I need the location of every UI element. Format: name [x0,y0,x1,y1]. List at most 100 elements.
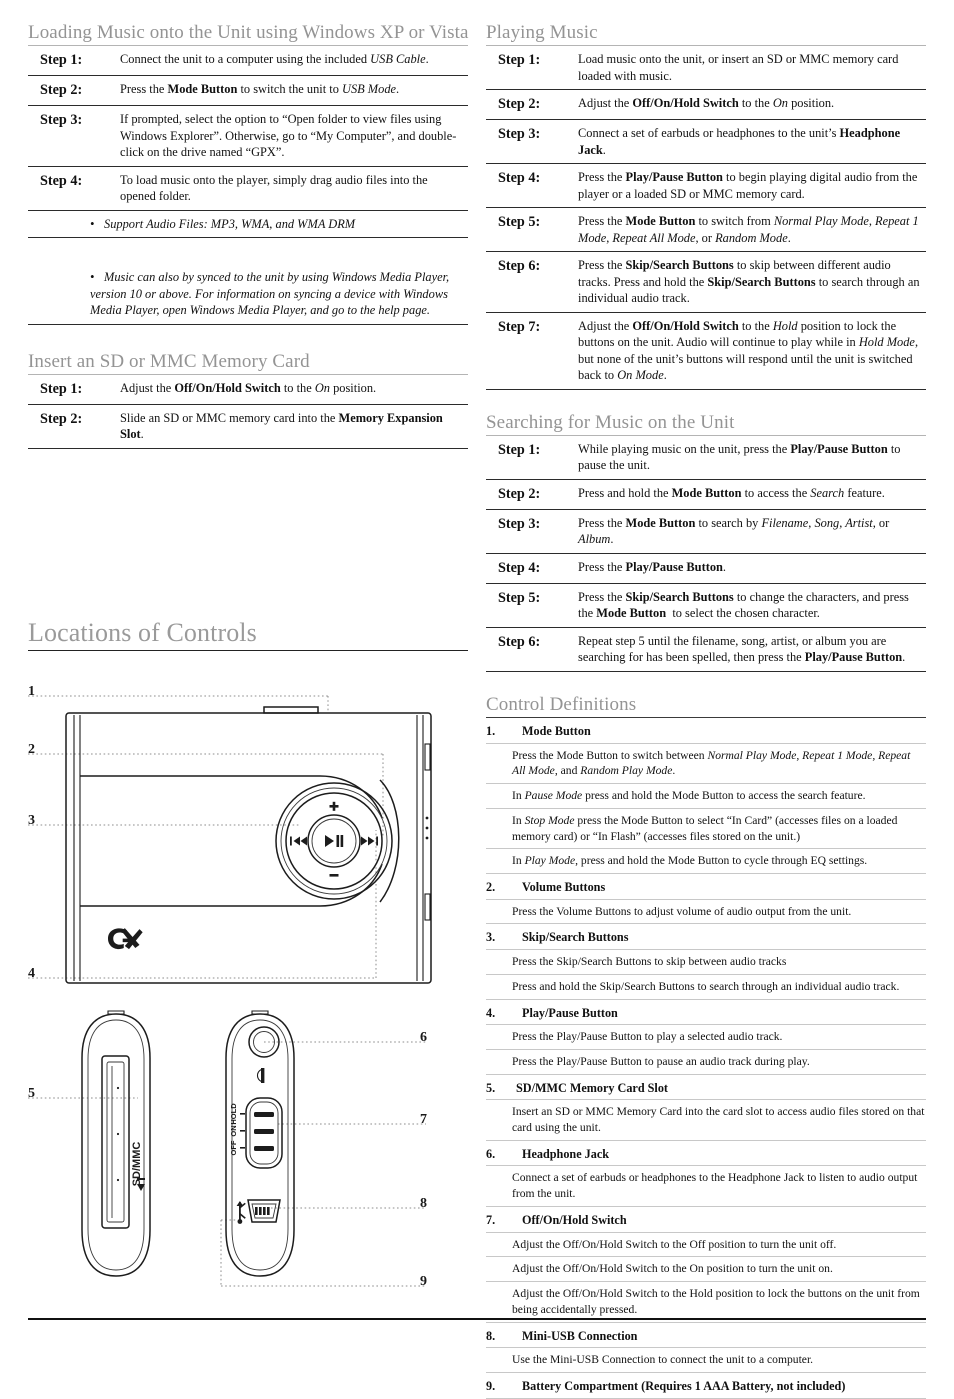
play-pause-icon [325,835,344,847]
step-text: Repeat step 5 until the filename, song, … [578,627,926,672]
step-label: Step 4: [28,166,120,211]
bullet-marker: • [90,216,95,231]
step-label: Step 5: [486,207,578,253]
step-text: Connect a set of earbuds or headphones t… [578,119,926,165]
control-definition-number: 1. [486,717,512,744]
control-definition-row: Press the Skip/Search Buttons to skip be… [486,949,926,975]
section-heading-playing-music: Playing Music [486,22,926,47]
step-row: Step 2: Slide an SD or MMC memory card in… [28,404,468,449]
control-definition-row: Press the Play/Pause Button to play a se… [486,1024,926,1050]
step-row: Step 1: Adjust the Off/On/Hold Switch to … [28,374,468,405]
device-side-dot-3 [425,836,429,840]
control-definition-heading-row: 5. SD/MMC Memory Card Slot [486,1074,926,1101]
device-pad-outer-arc [379,779,400,903]
steps-table-loading-music: Step 1: Connect the unit to a computer us… [28,46,468,325]
control-definition-heading-row: 8. Mini-USB Connection [486,1322,926,1349]
step-text: Connect the unit to a computer using the… [120,46,468,77]
step-row: Step 7: Adjust the Off/On/Hold Switch to … [486,312,926,390]
control-definition-row: Press the Mode Button to switch between … [486,743,926,785]
control-definition-heading-row: 4. Play/Pause Button [486,999,926,1026]
control-definition-row: Adjust the Off/On/Hold Switch to the Hol… [486,1281,926,1323]
callout-8: 8 [420,1196,427,1211]
control-definition-row: Use the Mini-USB Connection to connect t… [486,1347,926,1373]
control-definition-text: In Stop Mode press the Mode Button to se… [512,808,926,850]
control-definition-number: 6. [486,1140,512,1167]
steps-body-insert-card: Step 1: Adjust the Off/On/Hold Switch to … [28,374,468,449]
control-definition-title: Skip/Search Buttons [512,923,926,951]
sd-slot-dot-3 [116,1178,120,1182]
step-label: Step 3: [486,509,578,554]
step-label: Step 6: [486,251,578,313]
control-definition-title: Battery Compartment (Requires 1 AAA Batt… [512,1372,926,1399]
step-row: Step 5: Press the Skip/Search Buttons to … [486,583,926,628]
switch-label-off: OFF [229,1140,238,1155]
callout-9: 9 [420,1274,427,1289]
device-seam-upper [80,775,383,819]
step-row: Step 3: Connect a set of earbuds or headp… [486,119,926,165]
footer-rule [28,1318,926,1320]
callout-2: 2 [28,742,35,757]
step-row: Step 6: Repeat step 5 until the filename,… [486,627,926,672]
control-definition-row: In Play Mode, press and hold the Mode Bu… [486,848,926,875]
control-definition-number: 5. [486,1074,512,1101]
bullet-text: • Music can also by synced to the unit by… [28,264,468,325]
callout-4: 4 [28,966,35,981]
step-label: Step 2: [486,479,578,510]
section-heading-loading-music: Loading Music onto the Unit using Window… [28,22,468,47]
step-text: While playing music on the unit, press t… [578,435,926,480]
control-definition-text: Use the Mini-USB Connection to connect t… [512,1347,926,1373]
step-row: Step 1: While playing music on the unit, … [486,435,926,480]
step-label: Step 4: [486,553,578,584]
step-text: Adjust the Off/On/Hold Switch to the On … [120,374,468,405]
bullet-row: • Music can also by synced to the unit by… [28,264,468,325]
step-label: Step 1: [28,46,120,77]
control-definition-spacer [486,1347,512,1373]
steps-table-playing-music: Step 1: Load music onto the unit, or inse… [486,46,926,390]
step-label: Step 5: [486,583,578,628]
step-row: Step 2: Adjust the Off/On/Hold Switch to … [486,89,926,121]
control-definition-spacer [486,848,512,875]
control-definition-spacer [486,949,512,975]
manual-page: Loading Music onto the Unit using Window… [0,0,954,1399]
step-label: Step 1: [28,374,120,405]
control-definition-text: Press the Play/Pause Button to pause an … [512,1049,926,1075]
step-text: To load music onto the player, simply dr… [120,166,468,211]
control-definition-spacer [486,743,512,785]
control-definition-spacer [486,1281,512,1323]
control-definition-row: Adjust the Off/On/Hold Switch to the Off… [486,1232,926,1258]
callout-1: 1 [28,684,35,699]
control-definition-number: 3. [486,923,512,951]
control-definition-number: 2. [486,873,512,900]
switch-tick-hold [240,1113,245,1115]
device-diagram-svg: .ln { fill:none; stroke:#1c1c1c; stroke-… [28,695,432,1287]
controls-side-outline-inner [231,1019,289,1271]
locations-of-controls-heading-wrap: Locations of Controls [28,618,468,652]
step-text: Press the Mode Button to switch the unit… [120,75,468,107]
control-definition-spacer [486,1024,512,1050]
gpx-logo [108,928,143,950]
step-row: Step 4: Press the Play/Pause Button to be… [486,163,926,209]
control-definition-row: Press the Play/Pause Button to pause an … [486,1049,926,1075]
device-top-nub [263,706,319,714]
control-definition-title: Volume Buttons [512,873,926,900]
control-definition-text: Connect a set of earbuds or headphones t… [512,1165,926,1207]
step-text: Adjust the Off/On/Hold Switch to the Hol… [578,312,926,390]
step-text: Load music onto the unit, or insert an S… [578,46,926,91]
control-definition-spacer [486,1256,512,1283]
headphone-icon [256,1068,265,1083]
steps-table-insert-card: Step 1: Adjust the Off/On/Hold Switch to … [28,374,468,449]
device-side-view-controls: HOLD ON OFF [225,1010,295,1277]
section-heading-control-definitions: Control Definitions [486,694,926,718]
switch-tick-on [240,1130,245,1132]
control-definition-heading-row: 9. Battery Compartment (Requires 1 AAA Ba… [486,1372,926,1399]
step-row: Step 4: To load music onto the player, si… [28,166,468,211]
skip-previous-icon [290,836,307,846]
control-definition-heading-row: 1. Mode Button [486,717,926,744]
control-definition-title: SD/MMC Memory Card Slot [512,1074,926,1101]
step-row: Step 3: If prompted, select the option to… [28,105,468,167]
left-column: Loading Music onto the Unit using Window… [28,22,468,449]
switch-ridge-3 [254,1146,274,1151]
control-definition-title: Headphone Jack [512,1140,926,1167]
switch-tick-off [240,1147,245,1149]
sd-slot-dot-2 [116,1132,120,1136]
